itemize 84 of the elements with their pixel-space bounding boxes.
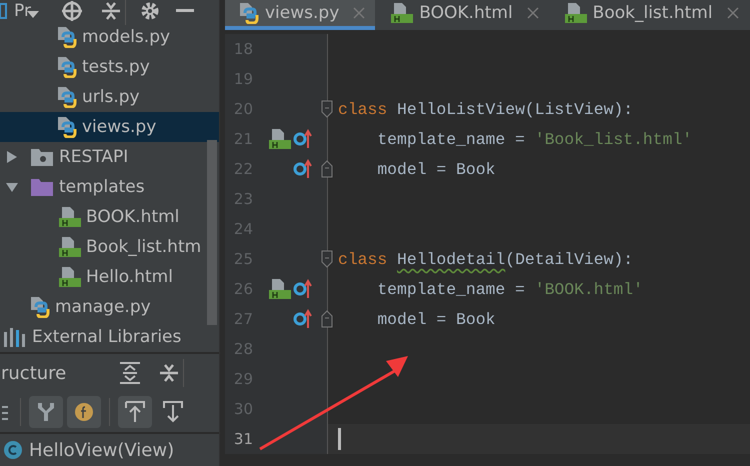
tab-label: views.py [265,3,340,23]
html-file-icon [57,266,81,288]
tab-label: Book_list.html [592,3,713,23]
package-folder-icon [30,147,54,167]
panel-title: ructure [1,362,68,384]
text-cursor [338,428,341,450]
tree-item[interactable]: templates [0,172,219,202]
tree-item-label: manage.py [55,297,151,317]
python-file-icon [57,26,77,48]
tree-item[interactable]: manage.py [0,292,219,322]
python-file-icon [30,296,50,318]
tree-item-label: BOOK.html [86,207,180,227]
code-line: template_name = 'Book_list.html' [376,129,692,149]
fold-start-icon[interactable] [321,100,333,118]
expand-all-icon[interactable] [119,362,141,384]
close-icon[interactable] [526,7,539,19]
fold-end-icon[interactable] [321,160,333,178]
html-file-icon [389,2,414,24]
class-icon [3,440,23,460]
html-file-icon [267,278,291,300]
override-marker-icon[interactable] [293,279,313,299]
python-file-icon [57,86,77,108]
tree-item[interactable]: BOOK.html [0,202,219,232]
html-file-icon [267,128,291,150]
code-line: class Hellodetail(DetailView): [338,249,634,269]
folder-icon [30,177,54,197]
tree-item-label: models.py [82,27,170,47]
python-file-icon [57,116,77,138]
code-line: template_name = 'BOOK.html' [376,279,643,299]
close-icon[interactable] [726,7,739,19]
override-marker-icon[interactable] [293,159,313,179]
toolbar-toggle-button[interactable] [29,396,63,428]
tree-item-label: templates [59,177,145,197]
tree-item[interactable]: Book_list.htm [0,232,219,262]
fold-end-icon[interactable] [321,310,333,328]
tree-item-label: Book_list.htm [86,237,202,257]
tree-item-label: RESTAPI [59,147,128,167]
tree-item[interactable]: views.py [0,112,219,142]
collapse-all-icon[interactable] [159,363,179,383]
libraries-icon [3,326,27,348]
tree-item[interactable]: tests.py [0,52,219,82]
html-file-icon [57,206,81,228]
line-number: 31 [232,430,253,448]
hierarchy-icon [37,402,55,422]
scrollbar[interactable] [207,140,217,325]
toolbar-toggle-button[interactable] [118,396,152,428]
fold-start-icon[interactable] [321,250,333,268]
tree-item-label: tests.py [82,57,150,77]
panel-title[interactable]: Pr [14,1,31,21]
tree-item[interactable]: models.py [0,22,219,52]
code-line: class HelloListView(ListView): [338,99,634,119]
editor-tab[interactable]: BOOK.html [375,0,549,30]
arrow-down-icon [163,401,183,423]
tree-item[interactable]: External Libraries [0,322,219,352]
html-file-icon [562,2,587,24]
tree-item-label: views.py [82,117,156,137]
collapsed-arrow-icon[interactable] [5,150,19,164]
code-line: model = Book [376,309,496,329]
tree-item[interactable]: Hello.html [0,262,219,292]
tree-item-label: urls.py [82,87,140,107]
tab-label: BOOK.html [419,3,513,23]
structure-item[interactable]: HelloView(View) [0,434,219,466]
editor-tab[interactable]: Book_list.html [548,0,749,30]
python-file-icon [57,56,77,78]
python-file-icon [239,2,259,24]
tree-item-label: External Libraries [32,327,182,347]
panel-icon [0,3,8,19]
field-icon [74,402,94,422]
settings-icon[interactable] [140,1,160,21]
collapse-all-icon[interactable] [100,1,121,21]
editor-tab[interactable]: views.py [225,0,376,30]
structure-item-label: HelloView(View) [29,440,174,460]
expanded-arrow-icon[interactable] [5,180,19,194]
minimize-icon[interactable] [176,9,194,13]
code-line: model = Book [376,159,496,179]
arrow-up-icon [125,401,145,423]
override-marker-icon[interactable] [293,129,313,149]
tree-item[interactable]: urls.py [0,82,219,112]
locate-target-icon[interactable] [60,0,83,22]
html-file-icon [57,236,81,258]
override-marker-icon[interactable] [293,309,313,329]
tree-item-label: Hello.html [86,267,173,287]
toolbar-toggle-button[interactable] [67,396,101,428]
tree-item[interactable]: RESTAPI [0,142,219,172]
